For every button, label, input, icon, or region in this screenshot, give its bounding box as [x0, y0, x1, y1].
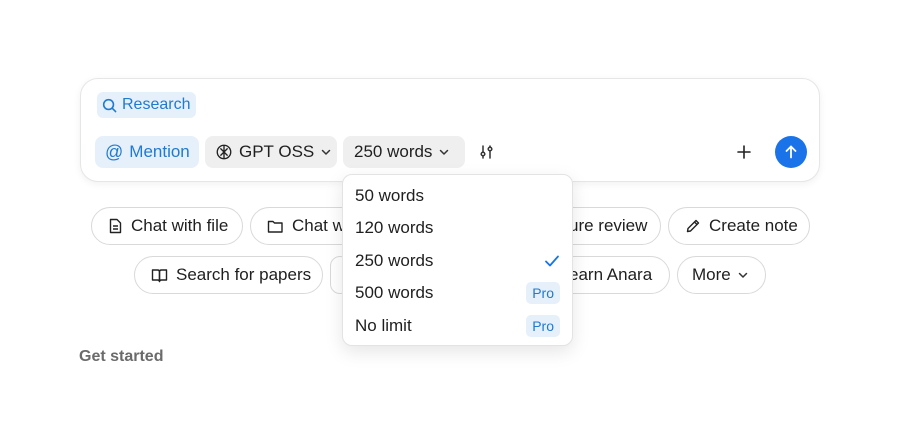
research-mode-label: Research [122, 96, 191, 113]
pro-badge: Pro [526, 282, 560, 304]
menu-item-no-limit[interactable]: No limit Pro [343, 310, 572, 342]
sliders-icon [479, 144, 495, 160]
pro-badge: Pro [526, 315, 560, 337]
chip-label: earn Anara [569, 265, 653, 284]
plus-icon [736, 144, 752, 160]
get-started-heading: Get started [79, 348, 164, 365]
menu-item-label: 120 words [355, 218, 434, 237]
menu-item-50-words[interactable]: 50 words [343, 180, 572, 212]
send-button[interactable] [775, 136, 807, 168]
chip-label: More [692, 265, 731, 284]
menu-item-label: No limit [355, 316, 412, 335]
search-for-papers-chip[interactable]: Search for papers [134, 256, 323, 294]
composer-toolbar: @ Mention GPT OSS 250 words [95, 136, 807, 170]
check-icon [544, 254, 560, 268]
response-length-selector[interactable]: 250 words [343, 136, 465, 168]
search-icon [102, 98, 117, 113]
file-icon [108, 218, 123, 234]
openai-icon [215, 143, 233, 161]
arrow-up-icon [783, 144, 799, 160]
chip-label: Chat with file [131, 216, 229, 235]
pencil-icon [685, 218, 701, 234]
chat-with-file-chip[interactable]: Chat with file [91, 207, 243, 245]
research-mode-chip[interactable]: Research [97, 92, 197, 118]
menu-item-500-words[interactable]: 500 words Pro [343, 277, 572, 309]
add-button[interactable] [731, 139, 757, 165]
at-icon: @ [105, 141, 124, 162]
book-icon [151, 268, 168, 283]
folder-icon [267, 219, 284, 234]
menu-item-label: 500 words [355, 283, 434, 302]
menu-item-250-words[interactable]: 250 words [343, 245, 572, 277]
chip-label: Create note [709, 216, 798, 235]
chevron-down-icon [737, 269, 749, 281]
more-chip[interactable]: More [677, 256, 766, 294]
create-note-chip[interactable]: Create note [668, 207, 810, 245]
model-label: GPT OSS [239, 142, 315, 161]
chip-label: ure review [569, 216, 648, 235]
composer: Research @ Mention GPT OSS 250 words [80, 78, 820, 182]
menu-item-120-words[interactable]: 120 words [343, 212, 572, 244]
menu-item-label: 250 words [355, 251, 434, 270]
settings-button[interactable] [475, 136, 499, 168]
chevron-down-icon [438, 146, 450, 158]
chip-label: Search for papers [176, 265, 312, 284]
mention-label: Mention [129, 142, 190, 161]
response-length-menu: 50 words 120 words 250 words 500 words P… [342, 174, 573, 346]
menu-item-label: 50 words [355, 186, 424, 205]
model-selector[interactable]: GPT OSS [205, 136, 337, 168]
length-label: 250 words [354, 142, 433, 161]
chevron-down-icon [320, 146, 332, 158]
chip-label: Chat w [292, 216, 345, 235]
mention-button[interactable]: @ Mention [95, 136, 199, 168]
